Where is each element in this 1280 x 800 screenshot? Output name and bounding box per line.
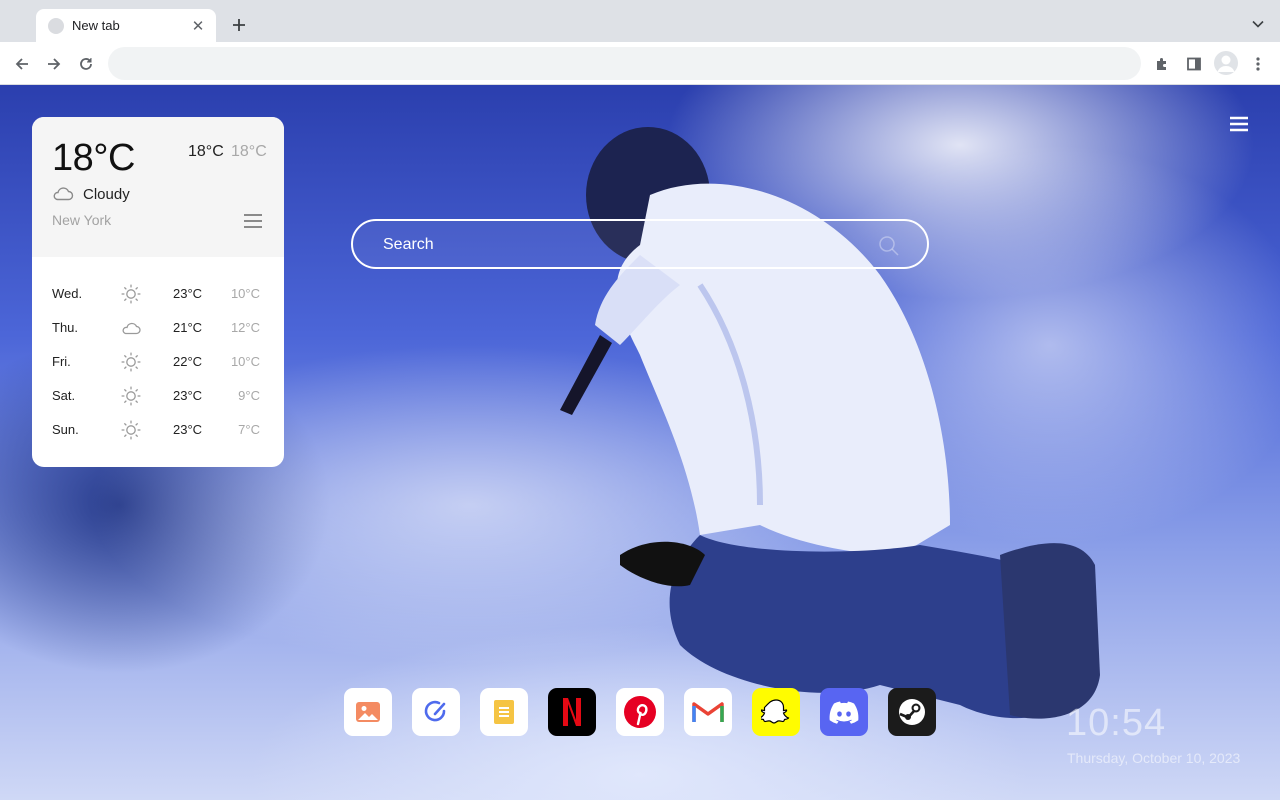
dock-app-gmail[interactable] bbox=[684, 688, 732, 736]
clock-time: 10:54 bbox=[1066, 702, 1167, 744]
weather-widget: 18°C 18°C 18°C Cloudy New York Wed. 23°C 1… bbox=[32, 117, 284, 467]
browser-menu-icon[interactable] bbox=[1245, 51, 1271, 77]
dock-app-snapchat[interactable] bbox=[752, 688, 800, 736]
discord-icon bbox=[829, 701, 859, 724]
sun-icon bbox=[120, 351, 142, 373]
forecast-low: 10°C bbox=[230, 286, 260, 301]
forecast-high: 23°C bbox=[173, 422, 203, 437]
gmail-icon bbox=[692, 702, 724, 722]
tab-strip: New tab ✕ bbox=[0, 0, 1280, 42]
today-low: 18°C bbox=[231, 143, 267, 160]
browser-toolbar bbox=[0, 42, 1280, 85]
cloud-icon bbox=[53, 187, 74, 201]
sun-icon bbox=[120, 283, 142, 305]
chevron-down-icon[interactable] bbox=[1248, 14, 1268, 34]
new-tab-page: 18°C 18°C 18°C Cloudy New York Wed. 23°C 1… bbox=[0, 85, 1280, 800]
forecast-row: Wed. 23°C 10°C bbox=[32, 277, 284, 311]
new-tab-plus-icon[interactable] bbox=[228, 14, 250, 36]
forecast-high: 23°C bbox=[173, 286, 203, 301]
sun-icon bbox=[120, 419, 142, 441]
forecast-high: 22°C bbox=[173, 354, 203, 369]
forecast-high: 21°C bbox=[173, 320, 203, 335]
forecast-low: 9°C bbox=[238, 388, 260, 403]
address-bar[interactable] bbox=[108, 47, 1141, 80]
forecast-low: 12°C bbox=[230, 320, 260, 335]
dock-app-discord[interactable] bbox=[820, 688, 868, 736]
reload-icon[interactable] bbox=[73, 51, 99, 77]
weather-city: New York bbox=[52, 212, 112, 228]
forecast-day: Sun. bbox=[52, 422, 79, 437]
current-temperature: 18°C bbox=[52, 137, 135, 179]
dock-app-steam[interactable] bbox=[888, 688, 936, 736]
dock-app-netflix[interactable] bbox=[548, 688, 596, 736]
back-arrow-icon[interactable] bbox=[9, 51, 35, 77]
forecast-row: Sat. 23°C 9°C bbox=[32, 379, 284, 413]
tab-favicon-icon bbox=[48, 17, 64, 34]
profile-avatar-icon[interactable] bbox=[1214, 51, 1238, 75]
forecast-high: 23°C bbox=[173, 388, 203, 403]
pen-icon bbox=[424, 700, 446, 722]
note-icon bbox=[494, 700, 514, 724]
forecast-row: Thu. 21°C 12°C bbox=[32, 311, 284, 345]
snapchat-icon bbox=[761, 699, 790, 724]
forecast-day: Thu. bbox=[52, 320, 79, 335]
forecast-day: Sat. bbox=[52, 388, 76, 403]
pinterest-icon bbox=[624, 696, 656, 728]
tab-new-tab[interactable]: New tab ✕ bbox=[36, 9, 216, 42]
extensions-puzzle-icon[interactable] bbox=[1149, 51, 1175, 77]
forecast-low: 10°C bbox=[230, 354, 260, 369]
image-icon bbox=[356, 702, 380, 722]
search-icon[interactable] bbox=[878, 235, 900, 257]
dock-app-pinterest[interactable] bbox=[616, 688, 664, 736]
today-high: 18°C bbox=[188, 143, 224, 160]
cloud-icon bbox=[120, 317, 142, 339]
forecast-row: Sun. 23°C 7°C bbox=[32, 413, 284, 447]
close-tab-icon[interactable]: ✕ bbox=[190, 18, 206, 35]
dock-app-tasks[interactable] bbox=[412, 688, 460, 736]
steam-icon bbox=[899, 699, 925, 725]
clock-date: Thursday, October 10, 2023 bbox=[1067, 750, 1241, 766]
side-panel-icon[interactable] bbox=[1181, 51, 1207, 77]
tab-title: New tab bbox=[72, 18, 120, 33]
netflix-icon bbox=[563, 698, 581, 726]
forecast-day: Fri. bbox=[52, 354, 71, 369]
forecast-low: 7°C bbox=[238, 422, 260, 437]
forward-arrow-icon[interactable] bbox=[41, 51, 67, 77]
forecast-row: Fri. 22°C 10°C bbox=[32, 345, 284, 379]
page-menu-icon[interactable] bbox=[1228, 115, 1250, 133]
search-bar[interactable] bbox=[351, 219, 929, 269]
search-input[interactable] bbox=[383, 233, 863, 257]
dock-app-notes[interactable] bbox=[480, 688, 528, 736]
weather-condition: Cloudy bbox=[83, 186, 130, 203]
dock-app-photos[interactable] bbox=[344, 688, 392, 736]
sun-icon bbox=[120, 385, 142, 407]
weather-current: 18°C 18°C 18°C Cloudy New York bbox=[32, 117, 284, 257]
forecast-day: Wed. bbox=[52, 286, 83, 301]
weather-menu-icon[interactable] bbox=[243, 213, 263, 229]
